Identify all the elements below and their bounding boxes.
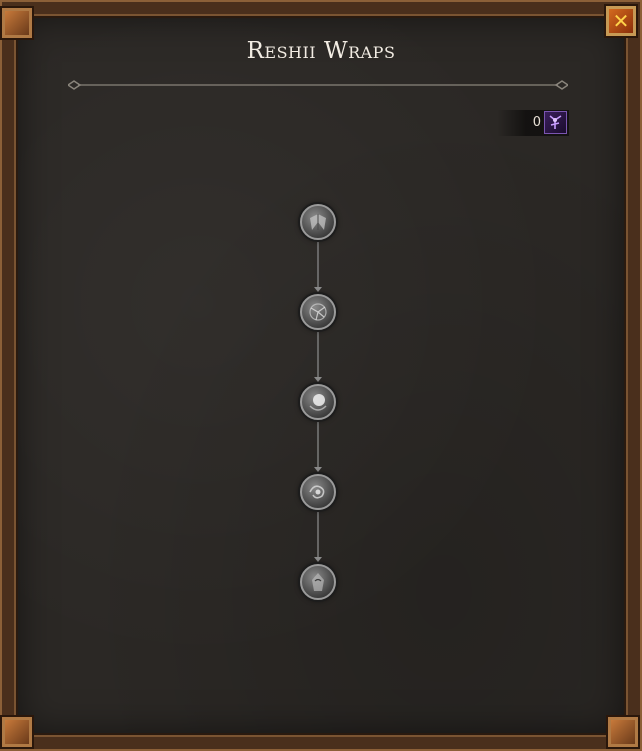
talent-node-4[interactable]: [300, 474, 336, 510]
talent-tree-connectors: [314, 242, 322, 562]
talent-node-2[interactable]: [300, 294, 336, 330]
talent-node-1[interactable]: [300, 204, 336, 240]
moon-orb-icon: [309, 394, 327, 411]
wings-icon: [310, 214, 326, 230]
talent-node-3[interactable]: [300, 384, 336, 420]
swirl-burst-icon: [309, 485, 325, 499]
talent-node-5[interactable]: [300, 564, 336, 600]
cracked-sigil-icon: [309, 303, 327, 321]
hooded-figure-icon: [312, 573, 324, 591]
